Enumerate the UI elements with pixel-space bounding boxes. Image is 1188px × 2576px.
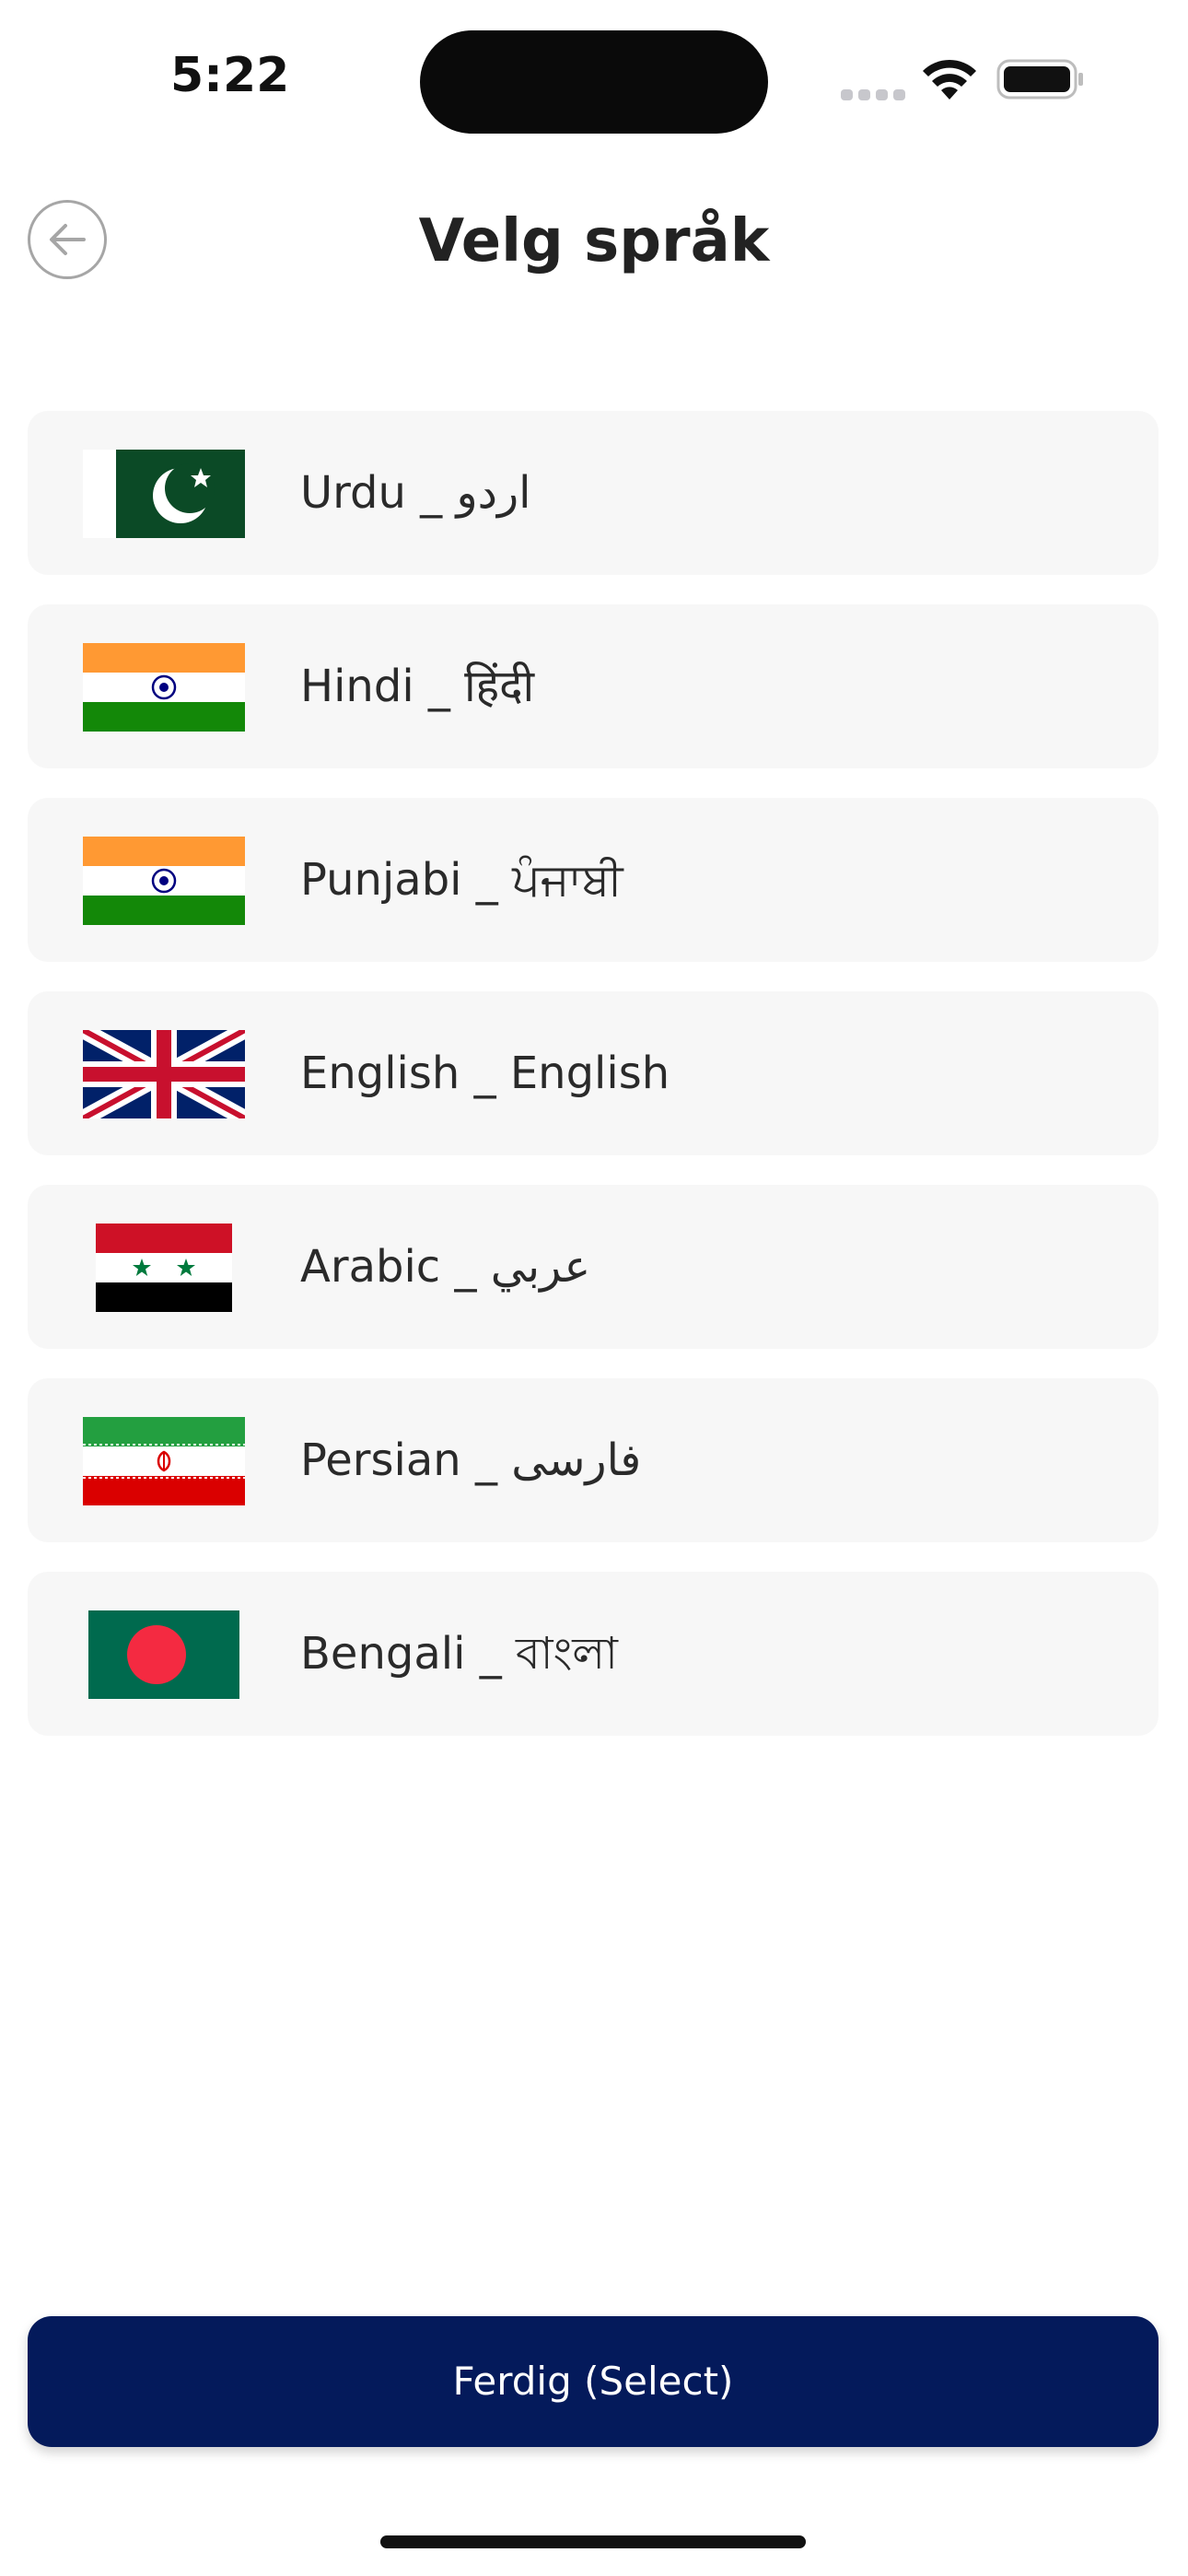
language-label: Arabic _ عربي (300, 1241, 591, 1293)
bangladesh-flag-icon (83, 1610, 245, 1699)
language-item-hindi[interactable]: Hindi _ हिंदी (28, 604, 1159, 768)
india-flag-icon (83, 643, 245, 732)
language-label: Persian _ فارسی (300, 1434, 642, 1486)
language-label: Bengali _ বাংলা (300, 1628, 618, 1680)
language-label: Hindi _ हिंदी (300, 661, 535, 712)
language-list: Urdu _ اردو Hindi _ हिंदी Punjabi _ ਪੰਜਾ… (28, 411, 1159, 1765)
india-flag-icon (83, 837, 245, 925)
dynamic-island (420, 30, 768, 134)
language-item-bengali[interactable]: Bengali _ বাংলা (28, 1572, 1159, 1736)
status-bar: 5:22 (0, 0, 1188, 157)
language-label: English _ English (300, 1048, 670, 1099)
language-item-english[interactable]: English _ English (28, 991, 1159, 1155)
battery-icon (996, 59, 1085, 100)
language-item-punjabi[interactable]: Punjabi _ ਪੰਜਾਬੀ (28, 798, 1159, 962)
cellular-signal-icon (841, 86, 905, 100)
language-item-persian[interactable]: Persian _ فارسی (28, 1378, 1159, 1542)
language-item-arabic[interactable]: Arabic _ عربي (28, 1185, 1159, 1349)
language-label: Urdu _ اردو (300, 467, 531, 519)
page-title: Velg språk (418, 207, 770, 275)
language-label: Punjabi _ ਪੰਜਾਬੀ (300, 854, 623, 906)
home-indicator[interactable] (380, 2535, 806, 2548)
wifi-icon (919, 57, 980, 103)
syria-flag-icon (83, 1224, 245, 1312)
language-item-urdu[interactable]: Urdu _ اردو (28, 411, 1159, 575)
header: Velg språk (0, 180, 1188, 299)
uk-flag-icon (83, 1030, 245, 1118)
pakistan-flag-icon (83, 450, 245, 538)
done-button[interactable]: Ferdig (Select) (28, 2316, 1159, 2447)
status-time: 5:22 (170, 48, 290, 103)
iran-flag-icon (83, 1417, 245, 1505)
